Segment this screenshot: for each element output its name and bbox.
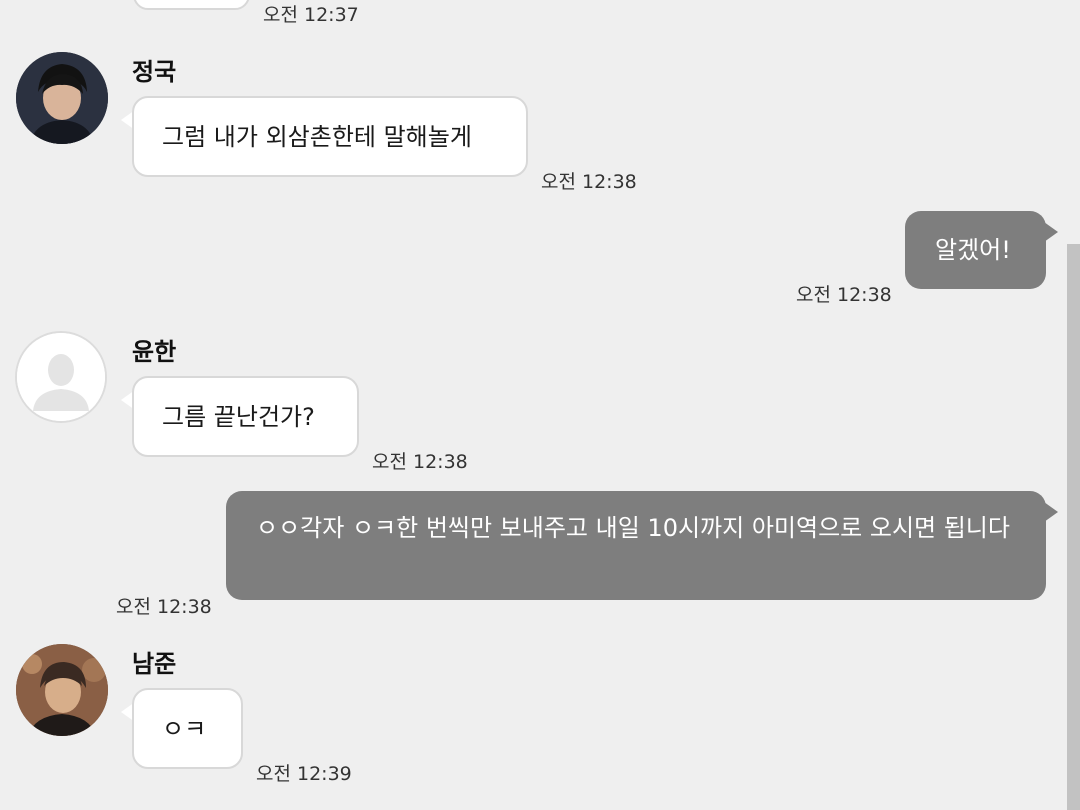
sender-name: 윤한 xyxy=(132,338,177,366)
message-text: 알겠어! xyxy=(935,236,1011,264)
message-text: ㅇㅇ각자 ㅇㅋ한 번씩만 보내주고 내일 10시까지 아미역으로 오시면 됩니다 xyxy=(256,514,1010,542)
scrollbar[interactable] xyxy=(1067,244,1080,810)
avatar-namjoon[interactable] xyxy=(16,644,108,736)
message-time: 오전 12:38 xyxy=(796,284,892,306)
avatar-default[interactable] xyxy=(15,331,107,423)
message-text: 그럼 내가 외삼촌한테 말해놀게 xyxy=(162,122,472,151)
message-bubble-incoming[interactable]: 그름 끝난건가? xyxy=(132,376,359,457)
sender-name: 남준 xyxy=(132,650,177,678)
bubble-tail xyxy=(1044,222,1058,242)
profile-photo-icon xyxy=(16,52,108,144)
sender-name: 정국 xyxy=(132,58,177,86)
avatar-jungkook[interactable] xyxy=(16,52,108,144)
message-bubble-partial[interactable] xyxy=(133,0,250,10)
bubble-tail xyxy=(1044,502,1058,522)
message-time: 오전 12:38 xyxy=(541,171,637,193)
message-time: 오전 12:37 xyxy=(263,4,359,26)
message-text: ㅇㅋ xyxy=(162,714,207,743)
default-avatar-icon xyxy=(17,333,105,421)
message-bubble-outgoing[interactable]: 알겠어! xyxy=(905,211,1046,289)
message-time: 오전 12:39 xyxy=(256,763,352,785)
message-bubble-incoming[interactable]: ㅇㅋ xyxy=(132,688,243,769)
message-time: 오전 12:38 xyxy=(372,451,468,473)
message-bubble-outgoing[interactable]: ㅇㅇ각자 ㅇㅋ한 번씩만 보내주고 내일 10시까지 아미역으로 오시면 됩니다 xyxy=(226,491,1046,600)
message-time: 오전 12:38 xyxy=(116,596,212,618)
profile-photo-icon xyxy=(16,644,108,736)
message-bubble-incoming[interactable]: 그럼 내가 외삼촌한테 말해놀게 xyxy=(132,96,528,177)
message-text: 그름 끝난건가? xyxy=(162,402,315,431)
